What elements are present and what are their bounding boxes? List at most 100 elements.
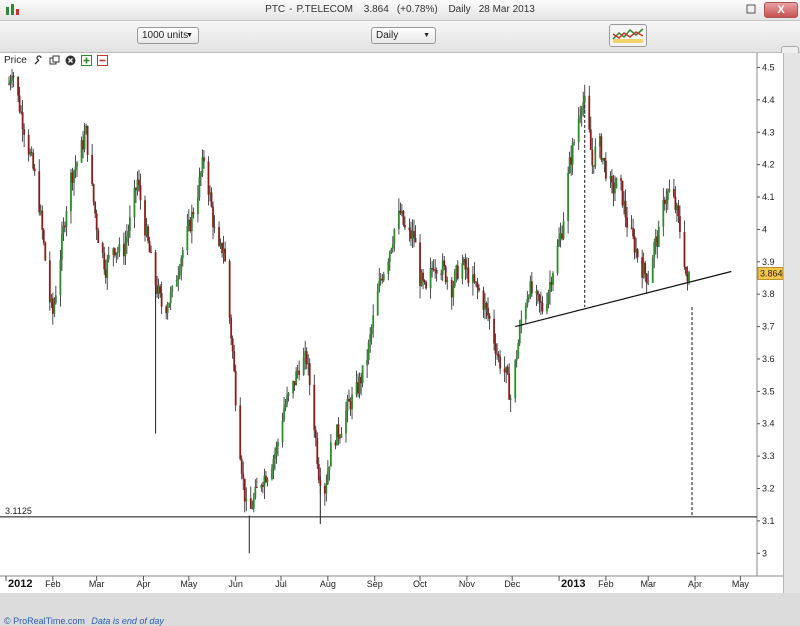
candle-up <box>73 170 75 183</box>
candle-down <box>305 351 308 365</box>
candle-up <box>302 357 305 375</box>
price-chart[interactable]: 3.1125 3 3.1 3.2 3.3 3.4 3.5 3.6 3.7 3.8 3.9 4 4.1 4… <box>0 53 783 593</box>
candle-up <box>180 258 183 271</box>
y-tick-label: 3.2 <box>762 484 775 494</box>
candle-up <box>266 479 269 483</box>
candle-up <box>552 273 554 285</box>
window-title: PTC - P.TELECOM 3.864 (+0.78%) Daily 28 Mar … <box>265 4 535 15</box>
candle-down <box>308 363 311 385</box>
close-circle-icon[interactable] <box>65 55 76 66</box>
candle-down <box>506 366 509 374</box>
candle-up <box>272 458 275 469</box>
candle-up <box>376 291 379 316</box>
last-price-tag-label: 3.864 <box>760 268 783 278</box>
candle-down <box>683 232 686 267</box>
candle-down <box>94 202 97 214</box>
candle-up <box>125 236 128 243</box>
candle-down <box>317 464 320 481</box>
candle-down <box>499 356 502 369</box>
y-tick-label: 3.4 <box>762 419 775 429</box>
candle-down <box>679 216 681 233</box>
title-interval: Daily <box>448 4 471 15</box>
candle-up <box>527 296 530 299</box>
data-note: Data is end of day <box>91 616 164 626</box>
candle-down <box>423 280 426 282</box>
remove-indicator-icon[interactable] <box>97 55 109 66</box>
units-dropdown[interactable]: 1000 units ▼ <box>137 27 199 44</box>
candle-up <box>76 162 78 167</box>
candle-down <box>644 262 647 274</box>
candle-up <box>213 227 216 229</box>
y-tick-label: 3.9 <box>762 257 775 267</box>
y-tick-label: 3.5 <box>762 386 775 396</box>
maximize-icon[interactable] <box>746 4 756 14</box>
chevron-down-icon: ▼ <box>423 32 430 39</box>
support-line-label: 3.1125 <box>5 506 32 516</box>
candle-down <box>473 274 476 282</box>
candle-up <box>651 257 654 283</box>
candle-up <box>61 233 63 260</box>
candle-up <box>325 483 328 494</box>
candle-up <box>666 191 669 201</box>
candle-down <box>541 303 544 312</box>
candle-down <box>101 242 104 253</box>
x-tick-label: Feb <box>45 579 61 589</box>
copyright-text[interactable]: ProRealTime.com <box>13 616 85 626</box>
x-tick-label: Mar <box>89 579 105 589</box>
candle-up <box>65 211 68 228</box>
windows-icon[interactable] <box>49 55 60 66</box>
candle-up <box>351 394 353 410</box>
indicator-button[interactable] <box>609 24 647 47</box>
candle-down <box>425 281 427 289</box>
candle-up <box>169 292 172 303</box>
title-name: P.TELECOM <box>296 4 354 15</box>
spikes-group <box>155 283 321 554</box>
x-tick-label: Apr <box>688 579 702 589</box>
candle-up <box>118 244 121 252</box>
candle-down <box>33 168 36 172</box>
candlesticks-group <box>8 64 690 513</box>
candle-up <box>390 248 393 252</box>
candle-down <box>435 269 438 274</box>
candle-up <box>577 118 580 143</box>
candle-down <box>313 384 316 431</box>
panel-label: Price <box>4 55 27 66</box>
candle-up <box>124 242 127 257</box>
y-tick-label: 3.6 <box>762 354 775 364</box>
candle-down <box>23 129 26 135</box>
close-button[interactable]: X <box>764 2 798 18</box>
candle-down <box>645 273 648 284</box>
candle-down <box>41 210 44 230</box>
candle-down <box>12 75 15 77</box>
title-last-price: 3.864 <box>363 4 389 15</box>
candle-down <box>240 459 243 474</box>
add-indicator-icon[interactable] <box>81 55 93 66</box>
candle-up <box>254 486 257 498</box>
candle-down <box>230 317 233 339</box>
wrench-icon[interactable] <box>33 55 44 66</box>
last-price-tag-group: 3.864 <box>757 266 783 280</box>
candle-up <box>668 189 671 192</box>
x-tick-label: Aug <box>320 579 336 589</box>
candle-up <box>657 226 660 247</box>
candle-up <box>177 275 180 281</box>
candle-up <box>388 251 391 262</box>
candle-up <box>107 254 110 260</box>
candle-down <box>212 206 214 228</box>
x-tick-label: Feb <box>598 579 614 589</box>
y-tick-label: 3.8 <box>762 289 775 299</box>
candle-down <box>97 229 100 243</box>
candle-up <box>515 358 518 361</box>
price-chart-panel[interactable]: 3.1125 3 3.1 3.2 3.3 3.4 3.5 3.6 3.7 3.8 3.9 4 4.1 4… <box>0 53 784 626</box>
x-tick-label: Nov <box>459 579 476 589</box>
candle-down <box>38 171 41 213</box>
candle-up <box>328 466 331 472</box>
candle-down <box>540 301 542 304</box>
interval-dropdown[interactable]: Daily ▼ <box>371 27 436 44</box>
candle-down <box>154 252 157 286</box>
right-scroll-strip[interactable] <box>784 53 800 593</box>
candle-down <box>485 303 488 308</box>
candle-down <box>624 200 627 218</box>
candle-up <box>271 468 273 480</box>
candle-down <box>604 160 607 179</box>
